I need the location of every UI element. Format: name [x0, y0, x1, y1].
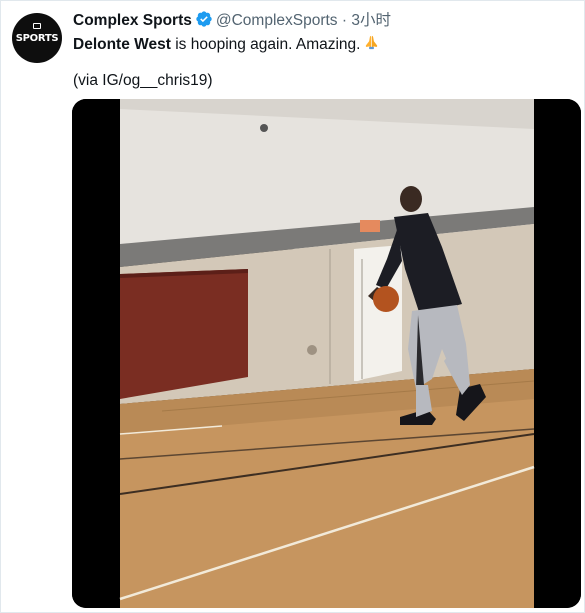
tweet-card[interactable]: SPORTS Complex Sports @ComplexSports · 3小… — [0, 0, 585, 613]
display-name[interactable]: Complex Sports — [73, 12, 192, 29]
exit-sign — [360, 220, 380, 232]
timestamp[interactable]: 3小时 — [351, 12, 391, 29]
tweet-text: Delonte West is hooping again. Amazing. — [73, 34, 380, 55]
folded-hands-emoji-icon — [363, 34, 380, 51]
video-player[interactable] — [72, 99, 581, 608]
tweet-header: Complex Sports @ComplexSports · 3小时 — [73, 10, 391, 32]
logo-mark-icon — [33, 23, 41, 29]
avatar[interactable]: SPORTS — [12, 13, 62, 63]
verified-badge-icon — [195, 10, 213, 35]
gym-wall-mat — [120, 269, 248, 399]
mentioned-name: Delonte West — [73, 36, 171, 53]
tweet-body: is hooping again. Amazing. — [170, 36, 361, 53]
tweet-source-credit: (via IG/og__chris19) — [73, 72, 213, 89]
avatar-brand-text: SPORTS — [15, 33, 59, 44]
basketball — [373, 286, 399, 312]
handle[interactable]: @ComplexSports — [216, 12, 338, 29]
video-frame — [72, 99, 581, 608]
